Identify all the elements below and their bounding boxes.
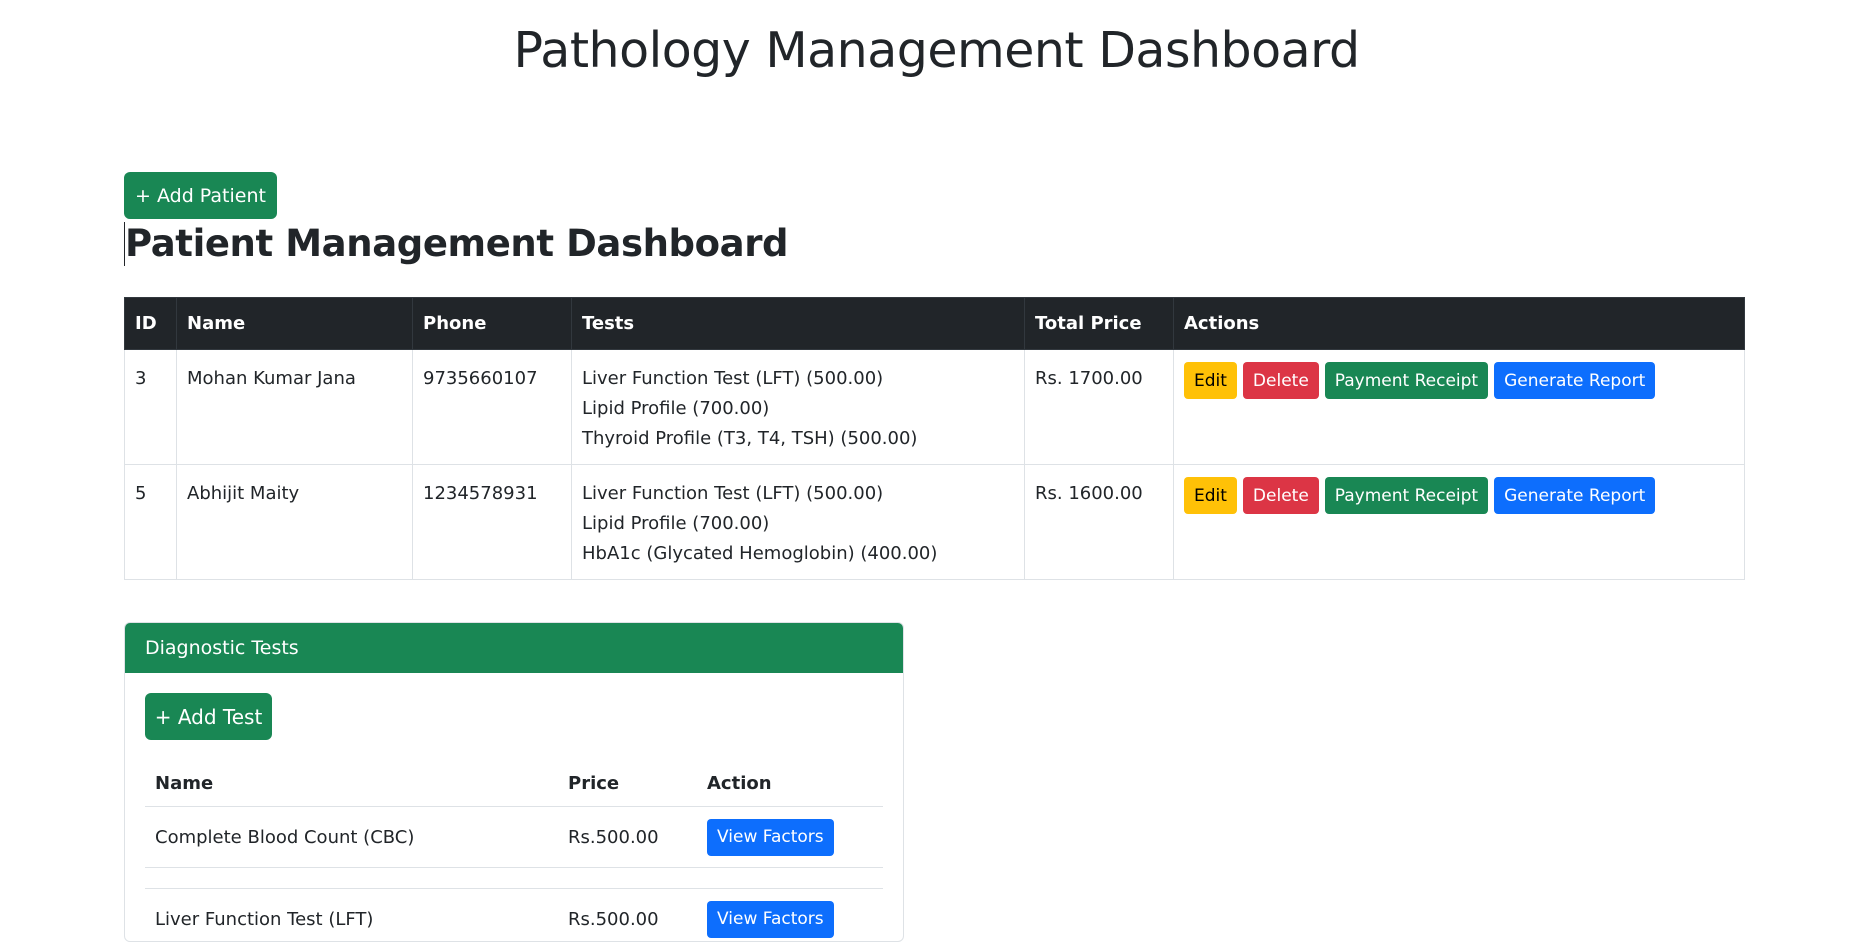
- col-header-id: ID: [125, 298, 177, 350]
- patient-test-item: Thyroid Profile (T3, T4, TSH) (500.00): [582, 424, 1014, 454]
- patient-actions: Edit Delete Payment Receipt Generate Rep…: [1174, 350, 1745, 465]
- page-title: Pathology Management Dashboard: [0, 22, 1873, 81]
- table-row: 3 Mohan Kumar Jana 9735660107 Liver Func…: [125, 350, 1745, 465]
- patient-name: Abhijit Maity: [177, 465, 413, 580]
- patient-test-item: Liver Function Test (LFT) (500.00): [582, 479, 1014, 509]
- patient-id: 5: [125, 465, 177, 580]
- delete-button[interactable]: Delete: [1243, 362, 1319, 399]
- patient-phone: 9735660107: [413, 350, 572, 465]
- col-header-test-name: Name: [145, 760, 558, 807]
- diagnostic-tests-card: Diagnostic Tests + Add Test Name Price A…: [124, 622, 904, 942]
- edit-button[interactable]: Edit: [1184, 477, 1237, 514]
- patient-phone: 1234578931: [413, 465, 572, 580]
- test-price: Rs.500.00: [558, 807, 697, 868]
- table-spacer-row: [145, 868, 883, 889]
- patient-test-item: Lipid Profile (700.00): [582, 394, 1014, 424]
- col-header-name: Name: [177, 298, 413, 350]
- edit-button[interactable]: Edit: [1184, 362, 1237, 399]
- diagnostic-tests-header: Diagnostic Tests: [125, 623, 903, 673]
- generate-report-button[interactable]: Generate Report: [1494, 362, 1655, 399]
- table-row: Liver Function Test (LFT) Rs.500.00 View…: [145, 889, 883, 942]
- patient-total-price: Rs. 1700.00: [1025, 350, 1174, 465]
- patient-test-item: Lipid Profile (700.00): [582, 509, 1014, 539]
- patient-test-item: HbA1c (Glycated Hemoglobin) (400.00): [582, 539, 1014, 569]
- col-header-test-action: Action: [697, 760, 883, 807]
- test-price: Rs.500.00: [558, 889, 697, 942]
- test-action: View Factors: [697, 807, 883, 868]
- generate-report-button[interactable]: Generate Report: [1494, 477, 1655, 514]
- table-row: Complete Blood Count (CBC) Rs.500.00 Vie…: [145, 807, 883, 868]
- col-header-actions: Actions: [1174, 298, 1745, 350]
- add-test-button[interactable]: + Add Test: [145, 693, 272, 740]
- col-header-total-price: Total Price: [1025, 298, 1174, 350]
- test-name: Complete Blood Count (CBC): [145, 807, 558, 868]
- table-row: 5 Abhijit Maity 1234578931 Liver Functio…: [125, 465, 1745, 580]
- patient-section-title: Patient Management Dashboard: [124, 222, 788, 266]
- add-patient-button[interactable]: + Add Patient: [124, 172, 277, 219]
- payment-receipt-button[interactable]: Payment Receipt: [1325, 362, 1488, 399]
- tests-table: Name Price Action Complete Blood Count (…: [145, 760, 883, 942]
- patient-test-item: Liver Function Test (LFT) (500.00): [582, 364, 1014, 394]
- patients-table-header: ID Name Phone Tests Total Price Actions: [125, 298, 1745, 350]
- patients-table: ID Name Phone Tests Total Price Actions …: [124, 297, 1745, 580]
- delete-button[interactable]: Delete: [1243, 477, 1319, 514]
- view-factors-button[interactable]: View Factors: [707, 901, 834, 938]
- patient-name: Mohan Kumar Jana: [177, 350, 413, 465]
- patient-tests: Liver Function Test (LFT) (500.00) Lipid…: [572, 465, 1025, 580]
- col-header-tests: Tests: [572, 298, 1025, 350]
- patient-actions: Edit Delete Payment Receipt Generate Rep…: [1174, 465, 1745, 580]
- payment-receipt-button[interactable]: Payment Receipt: [1325, 477, 1488, 514]
- col-header-test-price: Price: [558, 760, 697, 807]
- patient-total-price: Rs. 1600.00: [1025, 465, 1174, 580]
- patient-id: 3: [125, 350, 177, 465]
- view-factors-button[interactable]: View Factors: [707, 819, 834, 856]
- patient-tests: Liver Function Test (LFT) (500.00) Lipid…: [572, 350, 1025, 465]
- tests-table-header: Name Price Action: [145, 760, 883, 807]
- test-action: View Factors: [697, 889, 883, 942]
- col-header-phone: Phone: [413, 298, 572, 350]
- test-name: Liver Function Test (LFT): [145, 889, 558, 942]
